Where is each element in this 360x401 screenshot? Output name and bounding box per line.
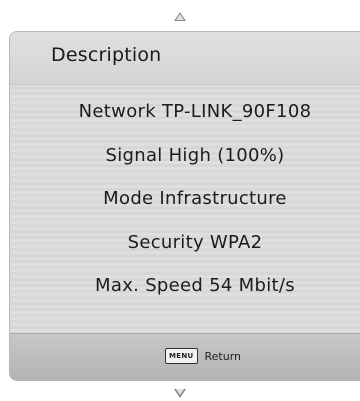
network-name-row: Network TP-LINK_90F108 [78,101,312,122]
scroll-down-arrow-icon[interactable] [174,389,186,398]
menu-key-icon: MENU [165,348,198,364]
network-description-screen: Description Network TP-LINK_90F108 Signa… [0,0,360,401]
return-label: Return [204,349,242,363]
dialog-header: Description [10,32,360,85]
network-info-list: Network TP-LINK_90F108 Signal High (100%… [10,90,360,308]
signal-row: Signal High (100%) [105,144,285,166]
max-speed-row: Max. Speed 54 Mbit/s [95,275,295,296]
dialog-title: Description [51,44,162,66]
description-dialog: Description Network TP-LINK_90F108 Signa… [9,31,360,381]
scroll-up-arrow-icon[interactable] [174,12,186,21]
return-hint[interactable]: MENU Return [165,348,241,364]
dialog-footer: MENU Return [10,333,360,380]
mode-row: Mode Infrastructure [103,188,287,209]
security-row: Security WPA2 [127,231,263,253]
